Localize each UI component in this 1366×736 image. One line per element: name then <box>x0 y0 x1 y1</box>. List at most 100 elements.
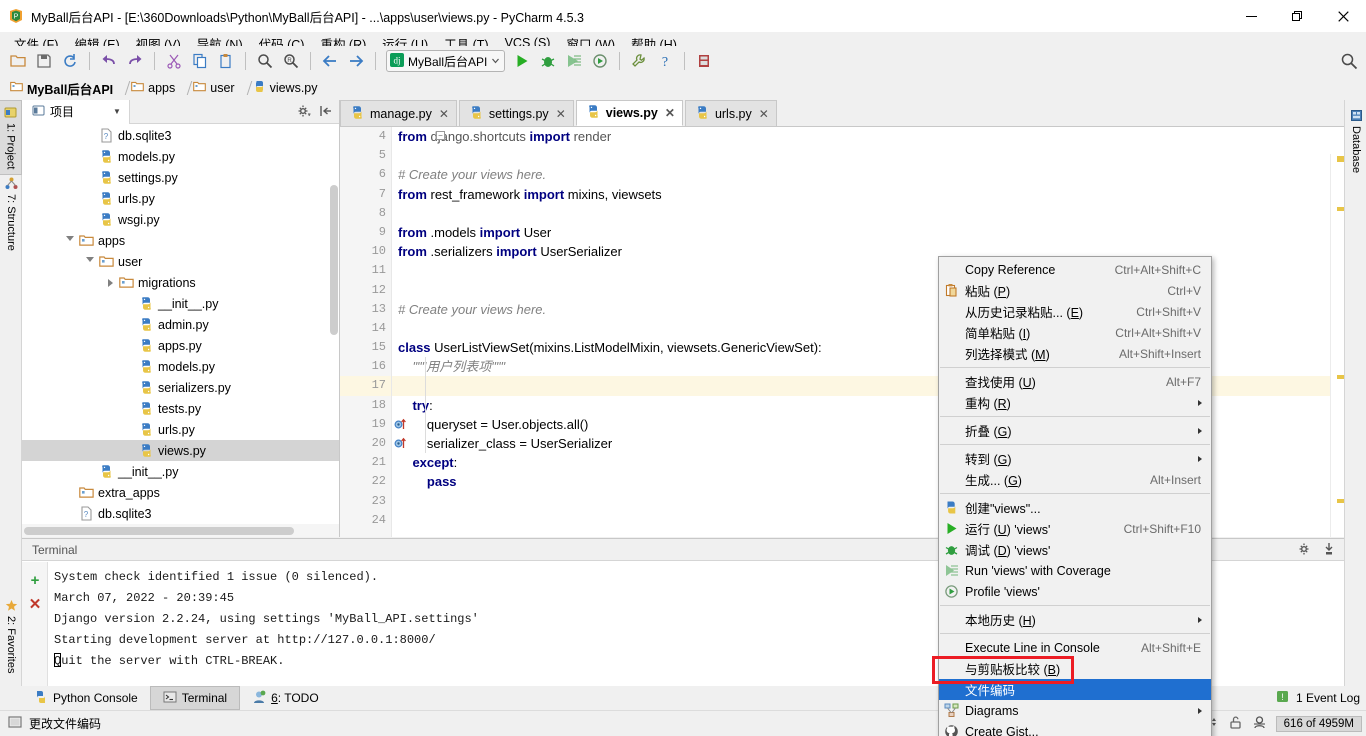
line-number[interactable]: 15 <box>340 338 391 357</box>
line-number[interactable]: 24 <box>340 511 391 530</box>
context-menu-item-重构R[interactable]: 重构 (R) <box>939 392 1211 413</box>
tree-node-migrations[interactable]: migrations <box>22 272 339 293</box>
maximize-button[interactable] <box>1274 0 1320 32</box>
context-menu-item-ExecuteLineinConsole[interactable]: Execute Line in Console Alt+Shift+E <box>939 637 1211 658</box>
help-icon[interactable]: ? <box>653 49 677 73</box>
line-number[interactable]: 19 <box>340 415 406 434</box>
tree-node-apps.py[interactable]: apps.py <box>22 335 339 356</box>
code-line[interactable] <box>398 146 1344 165</box>
profile-icon[interactable] <box>588 49 612 73</box>
tab-project[interactable]: 项目 ▼ <box>22 99 130 124</box>
context-menu-item-粘贴P[interactable]: 粘贴 (P) Ctrl+V <box>939 280 1211 301</box>
gear-icon[interactable] <box>1298 542 1312 559</box>
close-button[interactable] <box>1320 0 1366 32</box>
line-number[interactable]: 23 <box>340 492 391 511</box>
bottom-tab-pythonconsole[interactable]: Python Console <box>22 686 150 710</box>
tree-node-urls.py[interactable]: urls.py <box>22 188 339 209</box>
minimize-button[interactable] <box>1228 0 1274 32</box>
event-log-label[interactable]: 1 Event Log <box>1296 691 1360 705</box>
tree-node-settings.py[interactable]: settings.py <box>22 167 339 188</box>
line-number[interactable]: 17 <box>340 376 391 396</box>
forward-icon[interactable] <box>344 49 368 73</box>
chevron-down-icon[interactable] <box>82 254 98 270</box>
tree-node-__init__.py[interactable]: __init__.py <box>22 293 339 314</box>
tree-node-__init__.py[interactable]: __init__.py <box>22 461 339 482</box>
editor-tab-urls.py[interactable]: urls.py ✕ <box>684 100 777 126</box>
sidebar-item-favorites[interactable]: 2: Favorites <box>0 594 22 678</box>
context-menu-item-简单粘贴I[interactable]: 简单粘贴 (I) Ctrl+Alt+Shift+V <box>939 322 1211 343</box>
line-number[interactable]: 20 <box>340 434 406 453</box>
line-number[interactable]: 18 <box>340 396 391 415</box>
code-line[interactable]: from .models import User <box>398 223 1344 242</box>
search-everywhere-icon[interactable] <box>1340 52 1358 70</box>
code-line[interactable] <box>398 204 1344 223</box>
context-menu-item-创建views[interactable]: 创建"views"... <box>939 497 1211 518</box>
hide-panel-icon[interactable] <box>1322 542 1336 559</box>
chevron-down-icon[interactable]: ▼ <box>113 107 121 116</box>
context-menu-item-从历史记录粘贴E[interactable]: 从历史记录粘贴... (E) Ctrl+Shift+V <box>939 301 1211 322</box>
line-number[interactable]: 4 <box>340 127 391 146</box>
tree-node-apps[interactable]: apps <box>22 230 339 251</box>
context-menu-item-调试Dviews[interactable]: 调试 (D) 'views' <box>939 539 1211 560</box>
line-number[interactable]: 11 <box>340 261 391 280</box>
close-tab-icon[interactable]: ✕ <box>556 107 566 121</box>
context-menu-item-Profileviews[interactable]: Profile 'views' <box>939 581 1211 602</box>
editor-context-menu[interactable]: Copy Reference Ctrl+Alt+Shift+C 粘贴 (P) Ctrl… <box>938 256 1212 736</box>
tree-node-tests.py[interactable]: tests.py <box>22 398 339 419</box>
editor-tab-views.py[interactable]: views.py ✕ <box>575 100 683 126</box>
context-menu-item-与剪贴板比较B[interactable]: 与剪贴板比较 (B) <box>939 658 1211 679</box>
undo-icon[interactable] <box>97 49 121 73</box>
copy-icon[interactable] <box>188 49 212 73</box>
tree-node-urls.py[interactable]: urls.py <box>22 419 339 440</box>
code-line[interactable]: from django.shortcuts import render <box>398 127 1344 146</box>
line-number[interactable]: 6 <box>340 165 391 184</box>
chevron-down-icon[interactable] <box>491 54 500 68</box>
sidebar-item-structure[interactable]: 7: Structure <box>0 172 22 256</box>
memory-indicator[interactable]: 616 of 4959M <box>1275 715 1362 732</box>
line-number[interactable]: 21 <box>340 453 391 472</box>
redo-icon[interactable] <box>123 49 147 73</box>
coverage-icon[interactable] <box>562 49 586 73</box>
code-line[interactable]: # Create your views here. <box>398 165 1344 184</box>
line-number-gutter[interactable]: 4 5 6 7 8 9 10 11 12 13 14 15 16 17 18 19 20 21 22 23 24 <box>340 127 406 537</box>
fold-marker-class[interactable]: − <box>436 131 445 140</box>
project-tree-vertical-scrollbar[interactable] <box>329 125 339 365</box>
close-tab-icon[interactable]: ✕ <box>439 107 449 121</box>
chevron-down-icon[interactable] <box>62 233 78 249</box>
tree-node-admin.py[interactable]: admin.py <box>22 314 339 335</box>
collapse-all-icon[interactable] <box>319 104 333 121</box>
breadcrumb-item-MyBall后台API[interactable]: MyBall后台API <box>8 79 119 98</box>
sidebar-item-database[interactable]: Database <box>1345 104 1366 178</box>
line-number[interactable]: 9 <box>340 223 391 242</box>
tree-node-serializers.py[interactable]: serializers.py <box>22 377 339 398</box>
line-number[interactable]: 13 <box>340 300 391 319</box>
context-menu-item-CreateGist[interactable]: Create Gist... <box>939 721 1211 736</box>
run-configuration-selector[interactable]: dj MyBall后台API <box>386 50 506 72</box>
paste-icon[interactable] <box>214 49 238 73</box>
bottom-tab-terminal[interactable]: Terminal <box>149 686 241 710</box>
tree-node-extra_apps[interactable]: extra_apps <box>22 482 339 503</box>
context-menu-item-Diagrams[interactable]: Diagrams <box>939 700 1211 721</box>
debug-icon[interactable] <box>536 49 560 73</box>
close-tab-icon[interactable]: ✕ <box>759 107 769 121</box>
tree-node-models.py[interactable]: models.py <box>22 146 339 167</box>
context-menu-item-运行Uviews[interactable]: 运行 (U) 'views' Ctrl+Shift+F10 <box>939 518 1211 539</box>
settings-wrench-icon[interactable] <box>627 49 651 73</box>
code-line[interactable]: from rest_framework import mixins, views… <box>398 185 1344 204</box>
gear-icon[interactable] <box>297 104 311 121</box>
context-menu-item-生成G[interactable]: 生成... (G) Alt+Insert <box>939 469 1211 490</box>
context-menu-item-本地历史H[interactable]: 本地历史 (H) <box>939 609 1211 630</box>
line-number[interactable]: 7 <box>340 185 391 204</box>
line-number[interactable]: 16 <box>340 357 391 376</box>
context-menu-item-查找使用U[interactable]: 查找使用 (U) Alt+F7 <box>939 371 1211 392</box>
context-menu-item-RunviewswithCoverage[interactable]: Run 'views' with Coverage <box>939 560 1211 581</box>
line-number[interactable]: 12 <box>340 281 391 300</box>
context-menu-item-文件编码[interactable]: 文件编码 <box>939 679 1211 700</box>
open-folder-icon[interactable] <box>6 49 30 73</box>
line-number[interactable]: 8 <box>340 204 391 223</box>
line-number[interactable]: 10 <box>340 242 391 261</box>
save-all-icon[interactable] <box>32 49 56 73</box>
line-number[interactable]: 14 <box>340 319 391 338</box>
tree-node-db.sqlite3[interactable]: ? db.sqlite3 <box>22 125 339 146</box>
unlock-icon[interactable] <box>1228 715 1243 733</box>
